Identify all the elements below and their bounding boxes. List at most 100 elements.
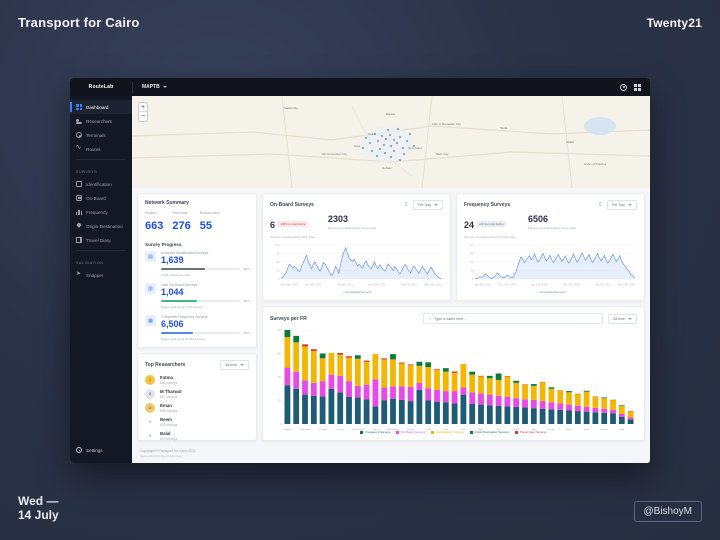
sidebar-item-label: Researchers	[86, 119, 112, 124]
researcher-row[interactable]: 3Eman554 surveys	[145, 403, 249, 413]
progress-note: Project goal set at 16,592 surveys	[161, 337, 249, 341]
researcher-row[interactable]: 5Dalal473 surveys	[145, 431, 249, 441]
frequency-period-filter[interactable]: Per Day	[607, 200, 637, 210]
researcher-row[interactable]: 4Reem529 surveys	[145, 417, 249, 427]
top-researchers-list: 1Fatma665 surveys 2M Tharwat587 surveys 3E…	[145, 375, 249, 441]
map-zoom-out-button[interactable]: −	[139, 112, 147, 121]
sidebar-item-researchers[interactable]: Researchers	[70, 114, 132, 128]
stat-label: Terminals	[172, 211, 190, 215]
survey-cards-row: On-Board Surveys ⊽ Per Day	[262, 193, 645, 301]
svg-text:60: 60	[471, 260, 474, 264]
progress-note: Project goal set at 2,279 surveys	[161, 305, 249, 309]
gear-icon	[76, 447, 82, 453]
sidebar-item-travel-diary[interactable]: Travel Diary	[70, 233, 132, 247]
svg-text:Feb 17th, 2021: Feb 17th, 2021	[563, 284, 580, 287]
svg-text:Omar: Omar	[443, 428, 449, 431]
svg-text:90: 90	[471, 252, 474, 256]
sidebar-item-terminals[interactable]: Terminals	[70, 128, 132, 142]
sidebar-divider	[76, 159, 126, 160]
progress-bar	[161, 332, 240, 334]
progress-item-identification: ▤ Accepted Identification Surveys 1,639 …	[145, 251, 249, 277]
fr-search-box[interactable]: ⌕	[423, 313, 603, 324]
dashboard-content: Network Summary Routes 663 Terminals 276	[132, 188, 650, 446]
sidebar-spacer	[70, 282, 132, 443]
researcher-surveys: 529 surveys	[160, 423, 177, 427]
search-input[interactable]	[434, 317, 597, 321]
sidebar-item-label: On-Board	[86, 196, 106, 201]
funnel-icon[interactable]: ⊽	[598, 202, 602, 208]
researcher-name: M Tharwat	[160, 389, 182, 394]
svg-text:600: 600	[277, 353, 282, 356]
sidebar-item-identification[interactable]: Identification	[70, 177, 132, 191]
researcher-row[interactable]: 2M Tharwat587 surveys	[145, 389, 249, 399]
bar-chart-icon: ▦	[145, 315, 156, 326]
funnel-icon[interactable]: ⊽	[404, 202, 408, 208]
sidebar-item-routes[interactable]: Routes	[70, 142, 132, 156]
onboard-today-value: 6	[270, 220, 275, 230]
svg-text:Fatma: Fatma	[284, 428, 291, 431]
poster-title: Transport for Cairo	[18, 15, 140, 30]
person-icon[interactable]	[620, 84, 627, 91]
project-selector[interactable]: MAPTB	[133, 84, 167, 90]
map-label: Giza	[354, 144, 360, 148]
topbar-icons	[620, 84, 650, 91]
top-researchers-filter[interactable]: All time	[220, 360, 249, 370]
chevron-down-icon	[628, 204, 632, 206]
top-researchers-card: Top Researchers All time 1Fatma665 surve…	[137, 353, 257, 441]
map-zoom-in-button[interactable]: +	[139, 103, 147, 112]
sidebar-item-dashboard[interactable]: Dashboard	[70, 100, 132, 114]
network-summary-card: Network Summary Routes 663 Terminals 276	[137, 193, 257, 348]
stat-label: Routes	[145, 211, 163, 215]
progress-item-on-board: ▥ Valid On-Board Surveys 1,044 46%	[145, 283, 249, 309]
sidebar-item-snapper[interactable]: Snapper	[70, 268, 132, 282]
onboard-surveys-card: On-Board Surveys ⊽ Per Day	[262, 193, 451, 301]
researcher-surveys: 554 surveys	[160, 409, 177, 413]
researcher-rank: 5	[145, 431, 155, 441]
svg-text:Mar 23rd, 2021: Mar 23rd, 2021	[424, 284, 442, 287]
onboard-today-badge: -108 from day before	[277, 221, 308, 227]
frequency-total: 6506 Surveys completed since project sta…	[528, 215, 576, 239]
surveys-per-fr-card: Surveys per FR ⌕ All time	[262, 306, 645, 441]
map-panel[interactable]: + − Sadat City Banha 10th of Ramadan Cit…	[132, 96, 650, 188]
id-card-icon	[76, 181, 82, 187]
surveys-per-fr-header: Surveys per FR ⌕ All time	[270, 313, 637, 324]
footer-copyright: Copyright © Transport for Cairo 2021.	[140, 449, 642, 453]
right-column: On-Board Surveys ⊽ Per Day	[262, 193, 645, 441]
frequency-stats: 24+23 from day before Surveys completed …	[464, 215, 637, 239]
fr-period-filter[interactable]: All time	[608, 314, 637, 324]
progress-value: 1,044	[161, 287, 249, 297]
researcher-surveys: 665 surveys	[160, 381, 177, 385]
sidebar-item-settings[interactable]: Settings	[70, 443, 132, 457]
progress-percent: 40%	[243, 331, 249, 335]
onboard-total: 2303 Surveys completed since project sta…	[328, 215, 376, 239]
snap-icon	[76, 272, 82, 278]
frequency-surveys-card: Frequency Surveys ⊽ Per Day	[456, 193, 645, 301]
stat-routes: Routes 663	[145, 211, 163, 234]
progress-bar-fill	[161, 268, 205, 270]
svg-text:30: 30	[471, 269, 474, 273]
map-label: 10th of Ramadan City	[432, 122, 461, 126]
sidebar-section-surveys: SURVEYS	[70, 163, 132, 177]
stat-value: 55	[200, 220, 212, 232]
route-icon	[76, 146, 82, 152]
app-logo[interactable]: RouteLab	[70, 84, 132, 90]
frequency-total-value: 6506	[528, 215, 576, 224]
svg-text:F Farag: F Farag	[337, 428, 345, 431]
researcher-row[interactable]: 1Fatma665 surveys	[145, 375, 249, 385]
svg-text:Jan 12th, 2021: Jan 12th, 2021	[531, 284, 548, 287]
svg-text:Yasser: Yasser	[425, 428, 432, 431]
frequency-chart-legend: — Completed Surveys	[464, 290, 637, 294]
sidebar-item-origin-destination[interactable]: Origin-Destination	[70, 219, 132, 233]
network-stats: Routes 663 Terminals 276 Researchers 55	[145, 211, 249, 234]
svg-text:0: 0	[280, 423, 282, 426]
sidebar-item-label: Routes	[86, 147, 101, 152]
progress-bar-fill	[161, 300, 197, 302]
svg-text:Dec 16th, 2020: Dec 16th, 2020	[281, 284, 299, 287]
sidebar-item-on-board[interactable]: On-Board	[70, 191, 132, 205]
map-zoom-controls[interactable]: + −	[138, 102, 148, 122]
filter-label: All time	[225, 363, 237, 367]
svg-text:Medhat Saleh: Medhat Saleh	[387, 428, 401, 431]
grid-icon[interactable]	[634, 84, 641, 91]
sidebar-item-frequency[interactable]: Frequency	[70, 205, 132, 219]
onboard-period-filter[interactable]: Per Day	[413, 200, 443, 210]
